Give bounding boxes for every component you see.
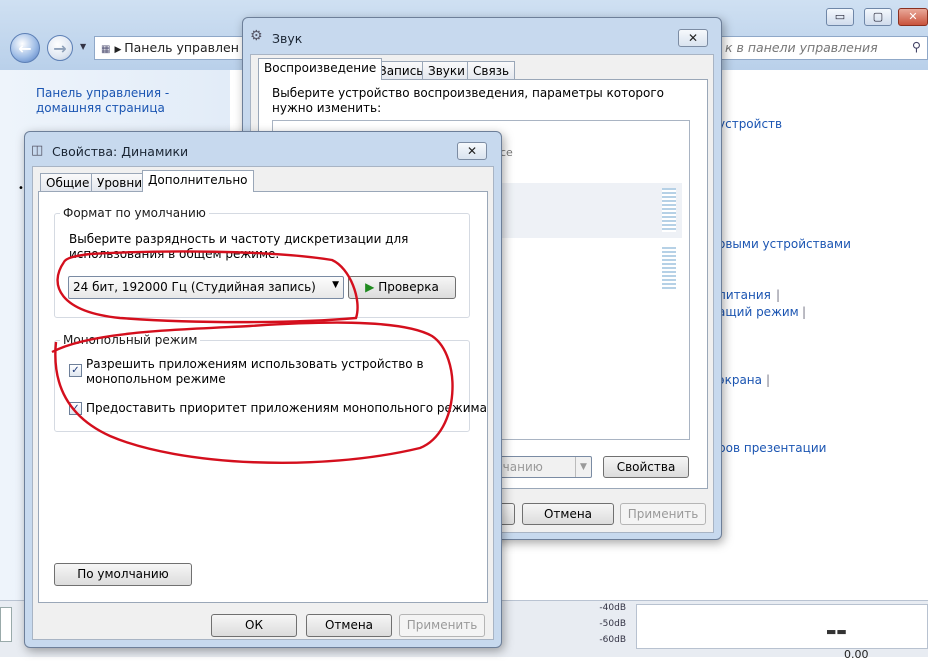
tab-playback[interactable]: Воспроизведение <box>258 58 383 80</box>
red-annotation-marks <box>51 250 454 464</box>
tab-advanced[interactable]: Дополнительно <box>142 170 254 192</box>
red-annotation-loop-format <box>56 250 359 324</box>
red-annotation-loop-exclusive <box>51 321 454 464</box>
